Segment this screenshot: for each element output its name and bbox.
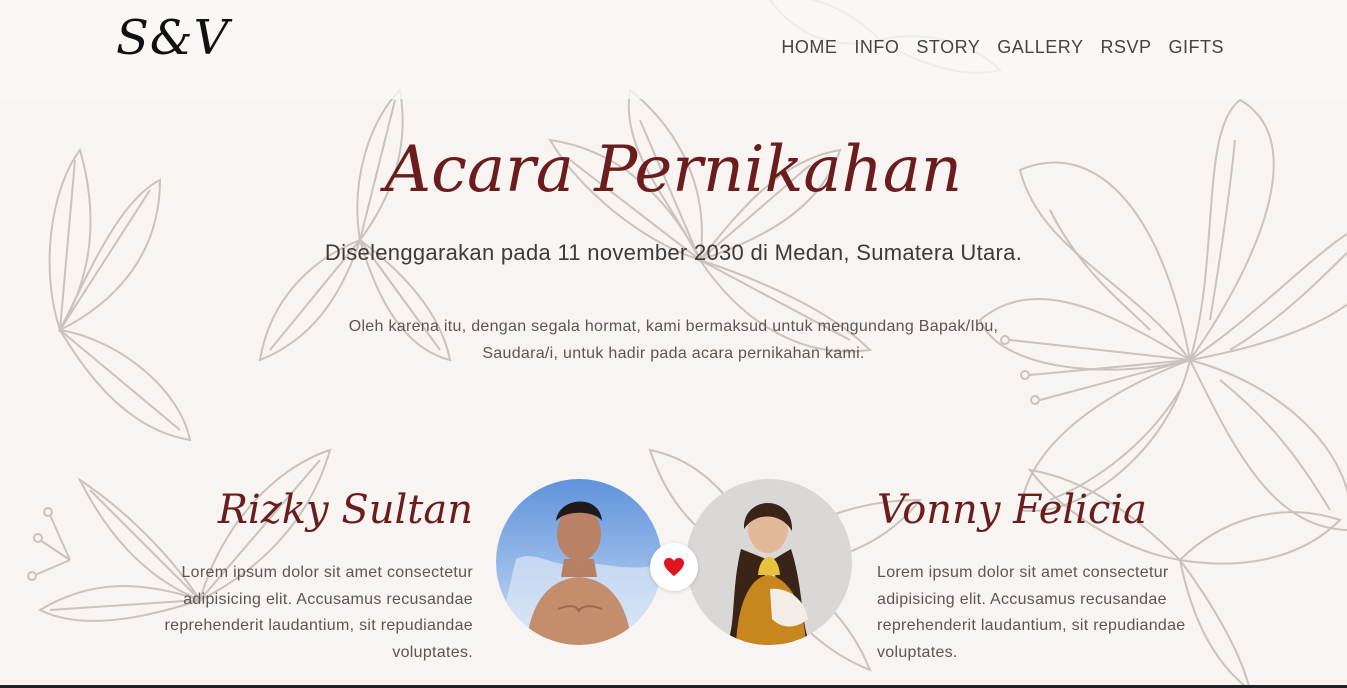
nav-story-link[interactable]: STORY: [916, 36, 980, 58]
event-info-section: Acara Pernikahan Diselenggarakan pada 11…: [0, 0, 1347, 688]
main-nav: HOME INFO STORY GALLERY RSVP GIFTS: [781, 36, 1224, 58]
groom-bio: Lorem ipsum dolor sit amet consectetur a…: [164, 564, 473, 662]
site-logo[interactable]: S&V: [116, 8, 229, 68]
event-date-location: Diselenggarakan pada 11 november 2030 di…: [324, 240, 1023, 265]
nav-gallery-link[interactable]: GALLERY: [997, 36, 1083, 58]
bride-bio: Lorem ipsum dolor sit amet consectetur a…: [877, 564, 1186, 662]
nav-home-link[interactable]: HOME: [781, 36, 837, 58]
bride-name: Vonny Felicia: [877, 487, 1147, 533]
invitation-text: Oleh karena itu, dengan segala hormat, k…: [348, 318, 999, 362]
heart-icon: [664, 557, 684, 577]
bride-photo: [686, 479, 852, 645]
top-navigation-bar: S&V HOME INFO STORY GALLERY RSVP GIFTS: [0, 0, 1347, 99]
nav-rsvp-link[interactable]: RSVP: [1100, 36, 1151, 58]
heart-badge: [650, 543, 698, 591]
groom-photo: [496, 479, 662, 645]
event-title: Acara Pernikahan: [384, 133, 963, 207]
nav-info-link[interactable]: INFO: [854, 36, 899, 58]
nav-gifts-link[interactable]: GIFTS: [1169, 36, 1225, 58]
groom-name: Rizky Sultan: [217, 487, 473, 533]
